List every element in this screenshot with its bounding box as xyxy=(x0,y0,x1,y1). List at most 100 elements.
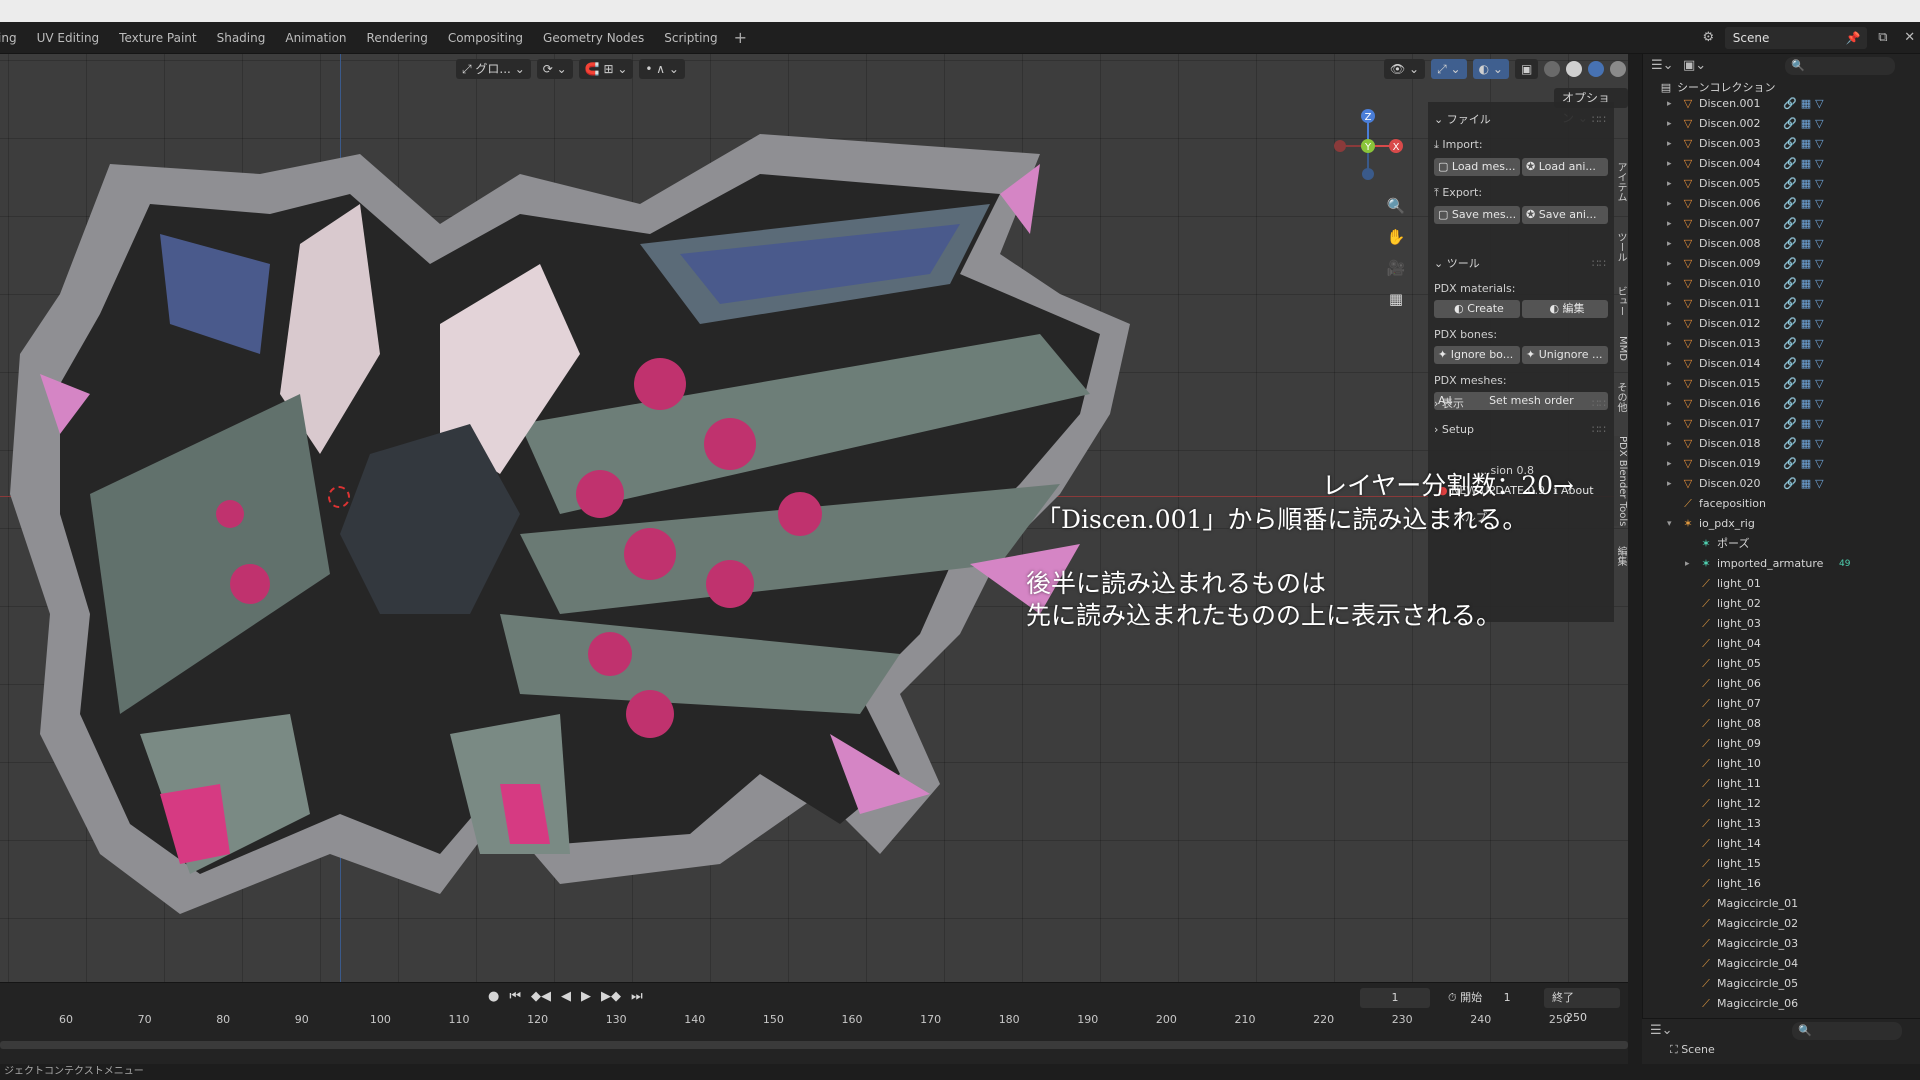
outliner-mesh-item[interactable]: ▸ ▽ Discen.001 🔗▦▽ xyxy=(1643,94,1920,114)
navigation-gizmo[interactable]: Z X Y xyxy=(1324,106,1404,186)
outliner-bone-item[interactable]: ⟋ light_04 xyxy=(1643,634,1920,654)
outliner-mesh-item[interactable]: ▸ ▽ Discen.020 🔗▦▽ xyxy=(1643,474,1920,494)
outliner-faceposition-item[interactable]: ⟋ faceposition xyxy=(1643,494,1920,514)
unignore-bones-button[interactable]: ✦ Unignore ... xyxy=(1522,346,1608,364)
outliner-bone-item[interactable]: ⟋ Magiccircle_06 xyxy=(1643,994,1920,1014)
3d-cursor[interactable] xyxy=(328,486,350,508)
outliner-rig-item[interactable]: ▾ ✶ io_pdx_rig xyxy=(1643,514,1920,534)
gizmo-toggle[interactable]: ⤢ ⌄ xyxy=(1431,59,1467,79)
workspace-tab-2[interactable]: Texture Paint xyxy=(109,22,206,54)
outliner-bone-item[interactable]: ⟋ light_09 xyxy=(1643,734,1920,754)
pin-icon[interactable]: 📌 xyxy=(1846,27,1861,49)
outliner-mesh-item[interactable]: ▸ ▽ Discen.018 🔗▦▽ xyxy=(1643,434,1920,454)
outliner-mesh-item[interactable]: ▸ ▽ Discen.008 🔗▦▽ xyxy=(1643,234,1920,254)
expand-arrow-icon[interactable]: ▸ xyxy=(1667,454,1677,474)
expand-arrow-icon[interactable]: ▸ xyxy=(1667,374,1677,394)
end-frame-field[interactable]: 終了 250 xyxy=(1544,988,1620,1024)
solid-shading-button[interactable] xyxy=(1566,61,1583,77)
play-icon[interactable]: ▶ xyxy=(581,989,591,1004)
expand-arrow-icon[interactable]: ▸ xyxy=(1667,354,1677,374)
wireframe-shading-button[interactable] xyxy=(1544,61,1561,77)
workspace-tab-0[interactable]: ing xyxy=(0,22,27,54)
expand-arrow-icon[interactable]: ▸ xyxy=(1667,94,1677,114)
tab-edit[interactable]: 編集 xyxy=(1614,546,1628,566)
pivot-dropdown[interactable]: ⟳ ⌄ xyxy=(536,59,573,79)
save-mesh-button[interactable]: ▢ Save mes... xyxy=(1434,206,1520,224)
outliner-mesh-item[interactable]: ▸ ▽ Discen.012 🔗▦▽ xyxy=(1643,314,1920,334)
setup-header[interactable]: › Setup ∷∷ xyxy=(1428,420,1614,440)
workspace-tab-3[interactable]: Shading xyxy=(207,22,276,54)
gizmo-negz[interactable] xyxy=(1362,168,1374,180)
outliner-search-input[interactable]: 🔍 xyxy=(1785,57,1895,75)
tab-pdx-blender-tools[interactable]: PDX Blender Tools xyxy=(1614,436,1628,527)
timeline-scrollbar[interactable] xyxy=(0,1041,1628,1049)
workspace-tab-8[interactable]: Scripting xyxy=(654,22,727,54)
outliner-mesh-item[interactable]: ▸ ▽ Discen.009 🔗▦▽ xyxy=(1643,254,1920,274)
orientation-dropdown[interactable]: ⤢ グロ... ⌄ xyxy=(456,59,531,79)
overlay-toggle[interactable]: ◐ ⌄ xyxy=(1472,59,1509,79)
tools-header[interactable]: ⌄ ツール ∷∷ xyxy=(1428,254,1614,274)
workspace-tab-1[interactable]: UV Editing xyxy=(27,22,110,54)
outliner-mesh-item[interactable]: ▸ ▽ Discen.005 🔗▦▽ xyxy=(1643,174,1920,194)
outliner-bone-item[interactable]: ⟋ light_12 xyxy=(1643,794,1920,814)
outliner-bone-item[interactable]: ⟋ light_02 xyxy=(1643,594,1920,614)
expand-arrow-icon[interactable]: ▸ xyxy=(1667,414,1677,434)
grid-view-icon[interactable]: ▦ xyxy=(1384,287,1408,311)
outliner-bone-item[interactable]: ⟋ light_13 xyxy=(1643,814,1920,834)
expand-arrow-icon[interactable]: ▸ xyxy=(1667,394,1677,414)
drag-handle-icon[interactable]: ∷∷ xyxy=(1592,420,1606,440)
drag-handle-icon[interactable]: ∷∷ xyxy=(1592,254,1606,274)
outliner-bone-item[interactable]: ⟋ light_14 xyxy=(1643,834,1920,854)
expand-arrow-icon[interactable]: ▸ xyxy=(1667,434,1677,454)
proportional-edit-button[interactable]: • ∧ ⌄ xyxy=(639,59,685,79)
expand-arrow-icon[interactable]: ▸ xyxy=(1667,194,1677,214)
file-header[interactable]: ⌄ ファイル ∷∷ xyxy=(1428,110,1614,130)
tab-other[interactable]: その他 xyxy=(1614,382,1628,412)
expand-arrow-icon[interactable]: ▸ xyxy=(1667,154,1677,174)
snap-dropdown[interactable]: 🧲 ⊞ ⌄ xyxy=(578,59,634,79)
record-button[interactable]: ● xyxy=(488,989,499,1004)
outliner-bone-item[interactable]: ⟋ light_08 xyxy=(1643,714,1920,734)
outliner-mesh-item[interactable]: ▸ ▽ Discen.007 🔗▦▽ xyxy=(1643,214,1920,234)
tab-item[interactable]: アイテム xyxy=(1614,162,1628,202)
current-frame-field[interactable]: 1 xyxy=(1360,988,1430,1008)
workspace-tab-7[interactable]: Geometry Nodes xyxy=(533,22,654,54)
expand-arrow-icon[interactable]: ▸ xyxy=(1667,214,1677,234)
xray-toggle[interactable]: ▣ xyxy=(1514,59,1539,79)
outliner-mesh-item[interactable]: ▸ ▽ Discen.002 🔗▦▽ xyxy=(1643,114,1920,134)
drag-handle-icon[interactable]: ∷∷ xyxy=(1592,110,1606,130)
outliner-pose-item[interactable]: ✶ ポーズ xyxy=(1643,534,1920,554)
expand-arrow-icon[interactable]: ▸ xyxy=(1685,554,1695,574)
display-mode-icon[interactable]: ☰⌄ xyxy=(1650,1020,1673,1042)
scene-icon[interactable]: ⚙ xyxy=(1698,27,1719,49)
expand-arrow-icon[interactable]: ▸ xyxy=(1667,254,1677,274)
outliner-mesh-item[interactable]: ▸ ▽ Discen.015 🔗▦▽ xyxy=(1643,374,1920,394)
play-reverse-icon[interactable]: ◀ xyxy=(561,989,571,1004)
load-anim-button[interactable]: ✪ Load ani... xyxy=(1522,158,1608,176)
rendered-shading-button[interactable] xyxy=(1610,61,1627,77)
add-workspace-icon[interactable]: + xyxy=(728,22,753,54)
pan-hand-icon[interactable]: ✋ xyxy=(1384,225,1408,249)
secondary-search-input[interactable]: 🔍 xyxy=(1792,1022,1902,1040)
outliner-bone-item[interactable]: ⟋ Magiccircle_05 xyxy=(1643,974,1920,994)
tab-tool[interactable]: ツール xyxy=(1614,232,1628,262)
material-shading-button[interactable] xyxy=(1588,61,1605,77)
edit-material-button[interactable]: ◐ 編集 xyxy=(1522,300,1608,318)
3d-viewport[interactable]: ⤢ グロ... ⌄ ⟳ ⌄ 🧲 ⊞ ⌄ • ∧ ⌄ 👁 ⌄ ⤢ ⌄ ◐ ⌄ ▣ … xyxy=(0,54,1628,982)
expand-arrow-icon[interactable]: ▸ xyxy=(1667,114,1677,134)
outliner-mesh-item[interactable]: ▸ ▽ Discen.016 🔗▦▽ xyxy=(1643,394,1920,414)
display-mode-icon[interactable]: ☰⌄ xyxy=(1651,55,1674,77)
outliner-bone-item[interactable]: ⟋ light_05 xyxy=(1643,654,1920,674)
outliner-bone-item[interactable]: ⟋ light_06 xyxy=(1643,674,1920,694)
outliner-mesh-item[interactable]: ▸ ▽ Discen.004 🔗▦▽ xyxy=(1643,154,1920,174)
outliner-mesh-item[interactable]: ▸ ▽ Discen.013 🔗▦▽ xyxy=(1643,334,1920,354)
outliner-bone-item[interactable]: ⟋ light_16 xyxy=(1643,874,1920,894)
secondary-scene-item[interactable]: ⛶ Scene xyxy=(1670,1043,1715,1057)
collapse-arrow-icon[interactable]: ▾ xyxy=(1667,514,1677,534)
outliner-mesh-item[interactable]: ▸ ▽ Discen.011 🔗▦▽ xyxy=(1643,294,1920,314)
prev-keyframe-icon[interactable]: ◆◀ xyxy=(531,989,551,1004)
outliner-bone-item[interactable]: ⟋ light_01 xyxy=(1643,574,1920,594)
zoom-icon[interactable]: 🔍 xyxy=(1384,194,1408,218)
workspace-tab-6[interactable]: Compositing xyxy=(438,22,533,54)
expand-arrow-icon[interactable]: ▸ xyxy=(1667,174,1677,194)
